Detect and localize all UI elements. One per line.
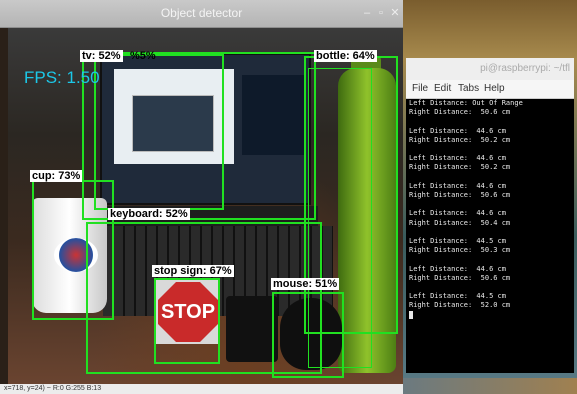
detector-statusbar: x=718, y=24) ~ R:0 G:255 B:13: [0, 384, 403, 394]
terminal-line: Right Distance: 52.0 cm: [409, 301, 511, 310]
terminal-line: Right Distance: 50.4 cm: [409, 218, 511, 227]
detection-label-laptop: %5%: [130, 50, 156, 62]
menu-tabs[interactable]: Tabs: [458, 83, 479, 94]
terminal-title: pi@raspberrypi: ~/tfl: [480, 63, 570, 74]
desktop-bottom-strip: [403, 378, 577, 394]
terminal-line: Left Distance: 44.6 cm: [409, 154, 506, 163]
detection-label-tv: tv: 52%: [80, 50, 123, 62]
terminal-line: Left Distance: 44.6 cm: [409, 264, 506, 273]
detector-titlebar[interactable]: Object detector – ▫ ✕: [0, 0, 403, 28]
detection-box-stop-sign: [154, 278, 220, 364]
terminal-window[interactable]: pi@raspberrypi: ~/tfl File Edit Tabs Hel…: [406, 58, 574, 373]
terminal-line: Left Distance: 44.5 cm: [409, 237, 506, 246]
close-icon[interactable]: ✕: [388, 6, 402, 20]
detection-label-mouse: mouse: 51%: [271, 278, 340, 290]
terminal-line: Right Distance: 50.6 cm: [409, 108, 511, 117]
status-text: x=718, y=24) ~ R:0 G:255 B:13: [4, 385, 102, 392]
terminal-line: Left Distance: 44.6 cm: [409, 209, 506, 218]
detection-label-bottle: bottle: 64%: [314, 50, 377, 62]
camera-feed: STOP tv: 52% %5% bottle: 64% cup: 73% ke…: [8, 28, 403, 384]
menu-help[interactable]: Help: [484, 83, 505, 94]
detection-label-stop-sign: stop sign: 67%: [152, 265, 234, 277]
detection-label-cup: cup: 73%: [30, 170, 83, 182]
fps-readout: FPS: 1.50: [24, 68, 100, 87]
detection-label-keyboard: keyboard: 52%: [108, 208, 190, 220]
terminal-line: Left Distance: Out Of Range: [409, 99, 523, 107]
window-title: Object detector: [160, 6, 243, 20]
terminal-line: Right Distance: 50.3 cm: [409, 246, 511, 255]
terminal-line: Right Distance: 50.2 cm: [409, 163, 511, 172]
minimize-icon[interactable]: –: [360, 6, 374, 20]
object-detector-window: Object detector – ▫ ✕ STOP tv: 52% %5% b…: [0, 0, 403, 394]
terminal-line: Left Distance: 44.5 cm: [409, 292, 506, 301]
detection-box-extra: [308, 68, 372, 368]
menu-edit[interactable]: Edit: [434, 83, 451, 94]
terminal-output[interactable]: Left Distance: Out Of Range Right Distanc…: [409, 99, 571, 369]
terminal-line: Right Distance: 50.2 cm: [409, 135, 511, 144]
terminal-line: Left Distance: 44.6 cm: [409, 181, 506, 190]
menu-file[interactable]: File: [412, 83, 428, 94]
terminal-titlebar[interactable]: pi@raspberrypi: ~/tfl: [406, 58, 574, 80]
maximize-icon[interactable]: ▫: [374, 6, 388, 20]
terminal-line: Right Distance: 50.6 cm: [409, 273, 511, 282]
terminal-cursor: [409, 310, 571, 322]
terminal-line: Left Distance: 44.6 cm: [409, 126, 506, 135]
terminal-line: Right Distance: 50.6 cm: [409, 191, 511, 200]
terminal-menubar: File Edit Tabs Help: [406, 80, 574, 99]
